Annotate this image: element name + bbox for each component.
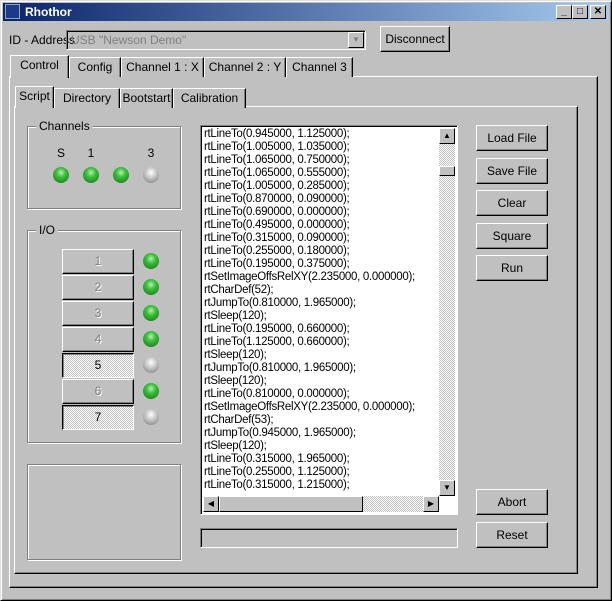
maximize-button[interactable]: □ (572, 5, 588, 19)
scroll-down-icon[interactable]: ▼ (439, 480, 455, 496)
close-button[interactable]: ✕ (590, 5, 606, 19)
channel-led-icon (53, 167, 69, 183)
abort-button[interactable]: Abort (476, 489, 548, 515)
subtab-script[interactable]: Script (15, 86, 54, 108)
script-line: rtSleep(120); (204, 375, 267, 387)
script-line: rtSleep(120); (204, 349, 267, 361)
subtab-bootstart[interactable]: Bootstart (120, 88, 173, 108)
script-line: rtLineTo(1.005000, 0.285000); (204, 180, 350, 192)
script-editor[interactable]: rtLineTo(0.945000, 1.125000); rtLineTo(1.… (200, 125, 458, 515)
io-led-icon (143, 409, 159, 425)
scroll-left-icon[interactable]: ◀ (203, 496, 219, 512)
channel-led-icon (113, 167, 129, 183)
io-button-1[interactable]: 1 (62, 249, 134, 274)
tab-config[interactable]: Config (69, 57, 121, 77)
script-line: rtLineTo(1.065000, 0.750000); (204, 154, 350, 166)
tab-control[interactable]: Control (10, 55, 69, 78)
io-led-icon (143, 279, 159, 295)
run-button[interactable]: Run (476, 255, 548, 281)
io-led-icon (143, 305, 159, 321)
io-button-5[interactable]: 5 (62, 353, 134, 378)
script-line: rtLineTo(0.315000, 1.215000); (204, 479, 350, 491)
script-line: rtLineTo(1.065000, 0.555000); (204, 167, 350, 179)
script-line: rtCharDef(52); (204, 284, 274, 296)
tab-channel-3[interactable]: Channel 3 (286, 57, 353, 77)
channel-label: 3 (147, 146, 155, 160)
clear-button[interactable]: Clear (476, 190, 548, 216)
script-line: rtLineTo(0.945000, 1.125000); (204, 128, 350, 140)
script-line: rtLineTo(1.005000, 1.035000); (204, 141, 350, 153)
id-address-combo[interactable]: USB "Newson Demo" ▼ (66, 30, 366, 50)
disconnect-button[interactable]: Disconnect (380, 26, 450, 52)
script-line: rtSetImageOffsRelXY(2.235000, 0.000000); (204, 271, 415, 283)
scroll-right-icon[interactable]: ▶ (423, 496, 439, 512)
window-title: Rhothor (25, 5, 72, 19)
tab-channel-2[interactable]: Channel 2 : Y (204, 57, 286, 77)
script-line: rtSetImageOffsRelXY(2.235000, 0.000000); (204, 401, 415, 413)
io-button-6[interactable]: 6 (62, 379, 134, 404)
channel-led-icon (143, 167, 159, 183)
title-bar: Rhothor (3, 3, 609, 21)
io-button-3[interactable]: 3 (62, 301, 134, 326)
script-line: rtLineTo(0.195000, 0.375000); (204, 258, 350, 270)
subtab-directory[interactable]: Directory (54, 88, 120, 108)
script-line: rtLineTo(0.255000, 0.180000); (204, 245, 350, 257)
scroll-up-icon[interactable]: ▲ (439, 128, 455, 144)
chevron-down-icon[interactable]: ▼ (348, 32, 364, 48)
io-button-2[interactable]: 2 (62, 275, 134, 300)
script-line: rtLineTo(0.195000, 0.660000); (204, 323, 350, 335)
io-title: I/O (36, 223, 59, 237)
horizontal-scrollbar[interactable]: ◀ ▶ (203, 496, 439, 512)
script-text[interactable]: rtLineTo(0.945000, 1.125000); rtLineTo(1.… (204, 128, 440, 494)
channel-led-icon (83, 167, 99, 183)
script-line: rtJumpTo(0.810000, 1.965000); (204, 362, 356, 374)
horizontal-scroll-thumb[interactable] (219, 496, 363, 512)
script-line: rtLineTo(0.810000, 0.000000); (204, 388, 350, 400)
script-line: rtCharDef(53); (204, 414, 274, 426)
load-file-button[interactable]: Load File (476, 125, 548, 151)
minimize-button[interactable]: _ (556, 5, 572, 19)
io-led-icon (143, 383, 159, 399)
script-line: rtLineTo(0.495000, 0.000000); (204, 219, 350, 231)
reset-button[interactable]: Reset (476, 522, 548, 548)
vertical-scrollbar[interactable]: ▲ ▼ (439, 128, 455, 496)
script-line: rtLineTo(0.315000, 1.965000); (204, 453, 350, 465)
app-icon (5, 4, 20, 19)
channel-label: S (56, 146, 65, 160)
io-led-icon (143, 357, 159, 373)
id-address-value: USB "Newson Demo" (71, 33, 187, 47)
channel-label: 1 (87, 146, 95, 160)
tab-channel-1[interactable]: Channel 1 : X (121, 57, 204, 77)
script-line: rtJumpTo(0.945000, 1.965000); (204, 427, 356, 439)
io-led-icon (143, 331, 159, 347)
progress-bar (200, 528, 458, 548)
io-button-4[interactable]: 4 (62, 327, 134, 352)
square-button[interactable]: Square (476, 223, 548, 249)
script-line: rtSleep(120); (204, 440, 267, 452)
io-led-icon (143, 253, 159, 269)
channels-title: Channels (36, 119, 93, 133)
save-file-button[interactable]: Save File (476, 158, 548, 184)
script-line: rtLineTo(0.690000, 0.000000); (204, 206, 350, 218)
io-button-7[interactable]: 7 (62, 405, 134, 430)
script-line: rtLineTo(1.125000, 0.660000); (204, 336, 350, 348)
script-line: rtJumpTo(0.810000, 1.965000); (204, 297, 356, 309)
empty-panel (27, 464, 181, 560)
script-line: rtLineTo(0.255000, 1.125000); (204, 466, 350, 478)
subtab-calibration[interactable]: Calibration (173, 88, 246, 108)
script-line: rtLineTo(0.315000, 0.090000); (204, 232, 350, 244)
script-line: rtLineTo(0.870000, 0.090000); (204, 193, 350, 205)
script-line: rtSleep(120); (204, 310, 267, 322)
channels-group: Channels (27, 119, 181, 209)
vertical-scroll-thumb[interactable] (439, 166, 455, 176)
